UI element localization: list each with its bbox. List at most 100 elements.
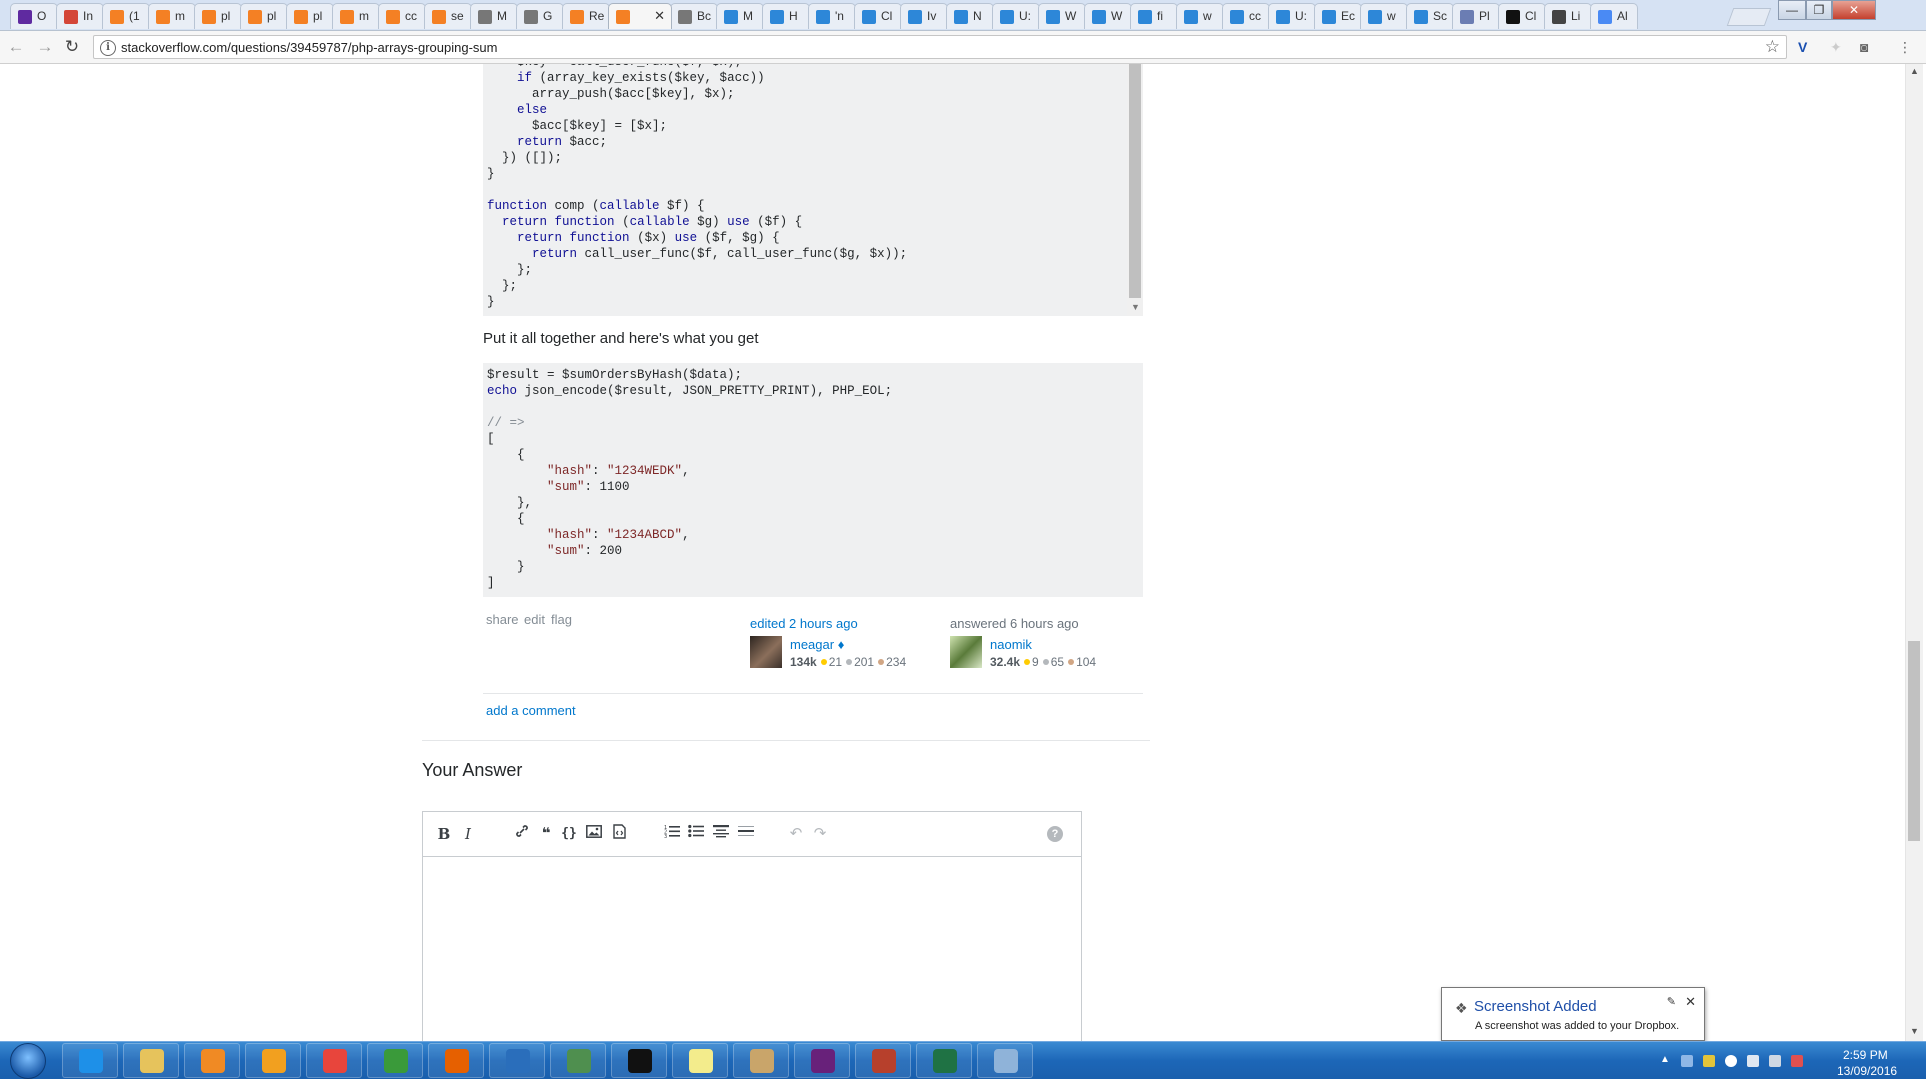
browser-tab[interactable]: Bc xyxy=(670,3,718,29)
blockquote-icon[interactable]: ❝ xyxy=(535,824,557,844)
taskbar-tools-button[interactable] xyxy=(733,1043,789,1078)
browser-tab[interactable]: pl xyxy=(194,3,242,29)
menu-icon[interactable]: ⋮ xyxy=(1898,39,1912,56)
browser-tab[interactable]: w xyxy=(1176,3,1224,29)
link-icon[interactable] xyxy=(511,824,533,844)
taskbar-thunderbird-button[interactable] xyxy=(489,1043,545,1078)
browser-tab[interactable]: Cl xyxy=(1498,3,1546,29)
browser-tab[interactable]: ✕ xyxy=(608,3,672,29)
close-tab-icon[interactable]: ✕ xyxy=(654,8,665,24)
italic-icon[interactable]: I xyxy=(457,824,479,844)
heading-icon[interactable] xyxy=(710,824,732,844)
browser-tab[interactable]: Li xyxy=(1544,3,1592,29)
clock-date[interactable]: 13/09/2016 xyxy=(1837,1064,1897,1078)
volume-muted-icon[interactable] xyxy=(1791,1055,1803,1067)
browser-tab[interactable]: Sc xyxy=(1406,3,1454,29)
taskbar-task-manager-button[interactable] xyxy=(550,1043,606,1078)
browser-tab[interactable]: fi xyxy=(1130,3,1178,29)
browser-tab[interactable]: M xyxy=(470,3,518,29)
browser-tab[interactable]: O xyxy=(10,3,58,29)
taskbar-paint-button[interactable] xyxy=(977,1043,1033,1078)
address-bar[interactable]: i stackoverflow.com/questions/39459787/p… xyxy=(93,35,1787,59)
taskbar-drivers-button[interactable] xyxy=(855,1043,911,1078)
clock-app-icon[interactable] xyxy=(1725,1055,1737,1067)
reload-icon[interactable]: ↻ xyxy=(62,38,82,58)
dropbox-tray-icon[interactable] xyxy=(1681,1055,1693,1067)
action-center-flag-icon[interactable] xyxy=(1747,1055,1759,1067)
new-tab-button[interactable] xyxy=(1726,8,1772,26)
add-comment-link[interactable]: add a comment xyxy=(486,703,576,718)
browser-tab[interactable]: Iv xyxy=(900,3,948,29)
site-info-icon[interactable]: i xyxy=(100,40,116,56)
taskbar-file-explorer-button[interactable] xyxy=(123,1043,179,1078)
taskbar-firefox-button[interactable] xyxy=(428,1043,484,1078)
scroll-down-arrow-icon[interactable]: ▼ xyxy=(1131,302,1140,312)
extension-vivaldi-icon[interactable]: V xyxy=(1798,39,1807,55)
help-icon[interactable]: ? xyxy=(1047,826,1063,842)
editor-username[interactable]: meagar ♦ xyxy=(790,637,844,652)
flag-link[interactable]: flag xyxy=(551,612,572,627)
show-hidden-icons-icon[interactable]: ▲ xyxy=(1660,1054,1670,1065)
browser-tab[interactable]: H xyxy=(762,3,810,29)
network-icon[interactable] xyxy=(1769,1055,1781,1067)
taskbar-command-prompt-button[interactable] xyxy=(611,1043,667,1078)
pin-icon[interactable]: ✎ xyxy=(1667,995,1676,1008)
browser-tab[interactable]: Al xyxy=(1590,3,1638,29)
share-link[interactable]: share xyxy=(486,612,519,627)
taskbar-project-button[interactable] xyxy=(367,1043,423,1078)
taskbar-chrome-button[interactable] xyxy=(306,1043,362,1078)
window-minimize-button[interactable]: — xyxy=(1778,0,1806,20)
undo-icon[interactable]: ↶ xyxy=(785,824,807,844)
browser-tab[interactable]: m xyxy=(332,3,380,29)
answer-textarea[interactable] xyxy=(423,857,1081,1052)
taskbar-internet-explorer-button[interactable] xyxy=(62,1043,118,1078)
author-username[interactable]: naomik xyxy=(990,637,1032,652)
scroll-down-arrow-icon[interactable]: ▼ xyxy=(1910,1026,1919,1036)
url-text[interactable]: stackoverflow.com/questions/39459787/php… xyxy=(121,40,497,55)
edited-time-link[interactable]: edited 2 hours ago xyxy=(750,616,858,631)
browser-tab[interactable]: pl xyxy=(240,3,288,29)
taskbar-excel-button[interactable] xyxy=(916,1043,972,1078)
browser-tab[interactable]: W xyxy=(1084,3,1132,29)
browser-tab[interactable]: Pl xyxy=(1452,3,1500,29)
browser-tab[interactable]: In xyxy=(56,3,104,29)
editor-avatar[interactable] xyxy=(750,636,782,668)
horizontal-rule-icon[interactable] xyxy=(735,824,757,844)
forward-icon[interactable]: → xyxy=(35,38,55,58)
browser-tab[interactable]: Re xyxy=(562,3,610,29)
code-block-scroll-thumb[interactable] xyxy=(1129,64,1141,298)
code-block-scrollbar[interactable]: ▼ xyxy=(1127,64,1143,316)
browser-tab[interactable]: cc xyxy=(1222,3,1270,29)
edit-link[interactable]: edit xyxy=(524,612,545,627)
browser-tab[interactable]: W xyxy=(1038,3,1086,29)
author-avatar[interactable] xyxy=(950,636,982,668)
back-icon[interactable]: ← xyxy=(6,38,26,58)
taskbar-media-player-button[interactable] xyxy=(184,1043,240,1078)
redo-icon[interactable]: ↷ xyxy=(809,824,831,844)
close-icon[interactable]: ✕ xyxy=(1685,994,1696,1010)
extension-puzzle-icon[interactable]: ✦ xyxy=(1830,39,1842,56)
bold-icon[interactable]: B xyxy=(433,824,455,844)
browser-tab[interactable]: pl xyxy=(286,3,334,29)
bulleted-list-icon[interactable] xyxy=(685,824,707,844)
browser-tab[interactable]: cc xyxy=(378,3,426,29)
browser-tab[interactable]: 'n xyxy=(808,3,856,29)
taskbar-sticky-notes-button[interactable] xyxy=(672,1043,728,1078)
image-icon[interactable] xyxy=(583,824,605,844)
page-scroll-thumb[interactable] xyxy=(1908,641,1920,841)
shield-icon[interactable] xyxy=(1703,1055,1715,1067)
browser-tab[interactable]: M xyxy=(716,3,764,29)
browser-tab[interactable]: G xyxy=(516,3,564,29)
page-scrollbar[interactable]: ▲ ▼ xyxy=(1905,64,1923,1041)
camera-icon[interactable]: ◙ xyxy=(1860,39,1868,55)
browser-tab[interactable]: U: xyxy=(1268,3,1316,29)
browser-tab[interactable]: N xyxy=(946,3,994,29)
start-button[interactable] xyxy=(4,1043,50,1079)
browser-tab[interactable]: Ec xyxy=(1314,3,1362,29)
scroll-up-arrow-icon[interactable]: ▲ xyxy=(1910,66,1919,76)
browser-tab[interactable]: Cl xyxy=(854,3,902,29)
browser-tab[interactable]: w xyxy=(1360,3,1408,29)
browser-tab[interactable]: se xyxy=(424,3,472,29)
dropbox-notification[interactable]: ❖ Screenshot Added ✎ ✕ A screenshot was … xyxy=(1441,987,1705,1041)
taskbar-visual-studio-button[interactable] xyxy=(794,1043,850,1078)
